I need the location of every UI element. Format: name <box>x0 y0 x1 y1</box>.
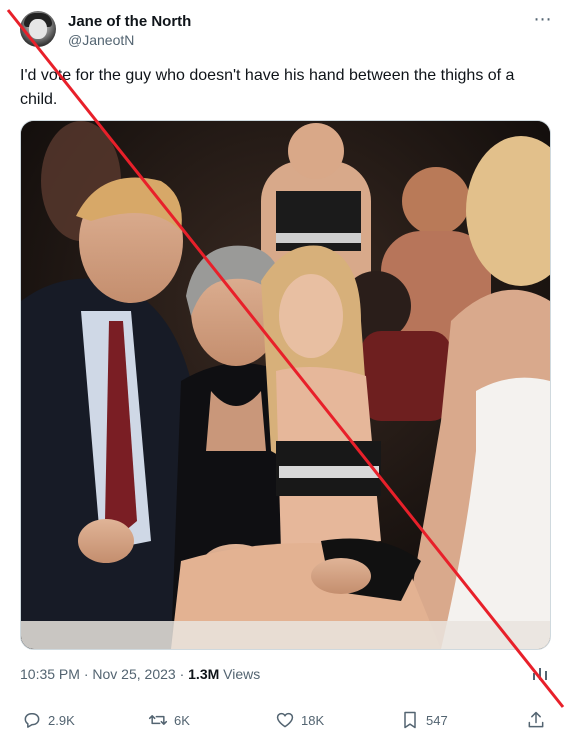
repost-count: 6K <box>174 712 190 728</box>
bookmark-count: 547 <box>426 712 448 728</box>
like-count: 18K <box>301 712 325 728</box>
reply-icon <box>24 713 40 728</box>
avatar-face <box>29 19 47 39</box>
meta-separator: · <box>79 666 93 682</box>
reply-count: 2.9K <box>48 712 75 728</box>
author-name[interactable]: Jane of the North <box>68 13 191 30</box>
share-button[interactable] <box>526 706 546 734</box>
action-bar: 2.9K 6K 18K 547 <box>0 706 565 736</box>
more-options-icon[interactable]: ⋯ <box>533 10 553 32</box>
tweet-text: I'd vote for the guy who doesn't have hi… <box>20 67 515 108</box>
views-count: 1.3M <box>188 666 220 682</box>
meta-separator: · <box>175 666 189 682</box>
bookmark-icon <box>404 711 416 729</box>
repost-icon <box>148 715 168 725</box>
share-icon <box>528 711 544 728</box>
bookmark-button[interactable]: 547 <box>400 706 448 734</box>
repost-button[interactable]: 6K <box>148 706 190 734</box>
tweet-date[interactable]: Nov 25, 2023 <box>92 666 175 682</box>
views-label: Views <box>219 666 261 682</box>
author-avatar[interactable] <box>20 11 56 47</box>
tweet-photo[interactable] <box>20 120 551 650</box>
tweet-time[interactable]: 10:35 PM <box>20 666 80 682</box>
tweet-card: Jane of the North @JaneotN ⋯ I'd vote fo… <box>0 0 565 743</box>
reply-button[interactable]: 2.9K <box>22 706 75 734</box>
author-handle[interactable]: @JaneotN <box>68 32 134 48</box>
heart-icon <box>276 712 294 728</box>
photo-illustration <box>21 121 550 649</box>
tweet-meta: 10:35 PM · Nov 25, 2023 · 1.3M Views <box>20 666 260 682</box>
analytics-icon[interactable] <box>531 664 549 682</box>
like-button[interactable]: 18K <box>275 706 324 734</box>
